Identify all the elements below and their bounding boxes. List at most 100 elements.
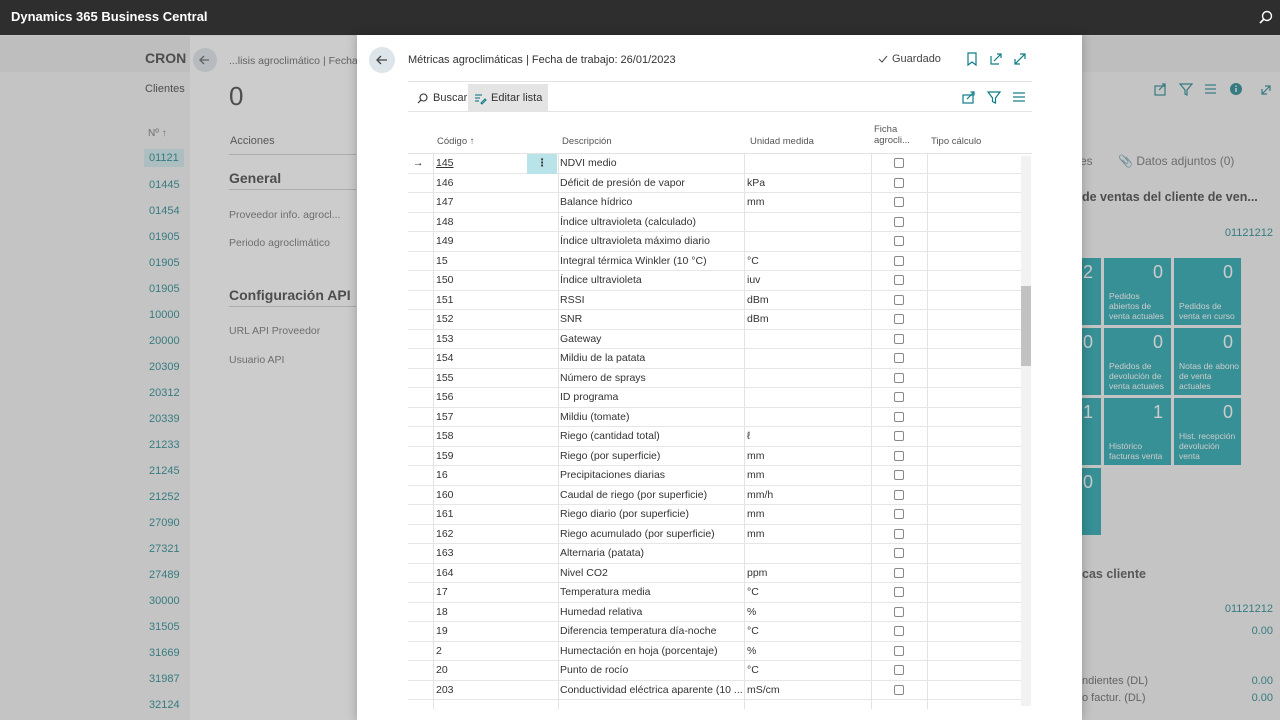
table-row[interactable]: 151 RSSI dBm: [408, 291, 1021, 311]
vertical-scrollbar-thumb[interactable]: [1021, 286, 1031, 366]
cell-code[interactable]: 17: [436, 583, 526, 603]
column-header-description[interactable]: Descripción: [562, 136, 612, 147]
search-icon[interactable]: [1256, 8, 1276, 28]
cell-description[interactable]: Riego acumulado (por superficie): [560, 525, 742, 545]
card-checkbox[interactable]: [894, 216, 904, 227]
cell-description[interactable]: ID programa: [560, 388, 742, 408]
column-header-calc-type[interactable]: Tipo cálculo: [931, 136, 981, 147]
cell-unit[interactable]: [747, 408, 867, 428]
cell-code[interactable]: 20: [436, 661, 526, 681]
cell-code[interactable]: 162: [436, 525, 526, 545]
cell-description[interactable]: Mildiu de la patata: [560, 349, 742, 369]
table-row[interactable]: 17 Temperatura media °C: [408, 583, 1021, 603]
cell-description[interactable]: Humedad relativa: [560, 603, 742, 623]
card-checkbox[interactable]: [894, 392, 904, 402]
cell-code[interactable]: 164: [436, 564, 526, 584]
card-checkbox[interactable]: [894, 645, 904, 656]
cell-description[interactable]: Temperatura media: [560, 583, 742, 603]
table-row[interactable]: 155 Número de sprays: [408, 369, 1021, 389]
card-checkbox[interactable]: [894, 275, 904, 285]
table-row[interactable]: 160 Caudal de riego (por superficie) mm/h: [408, 486, 1021, 506]
cell-unit[interactable]: [747, 330, 867, 350]
expand-icon[interactable]: [1012, 51, 1028, 67]
card-checkbox[interactable]: [894, 489, 904, 500]
card-checkbox[interactable]: [894, 528, 904, 539]
cell-code[interactable]: 151: [436, 291, 526, 311]
open-new-window-icon[interactable]: [988, 51, 1004, 67]
cell-code[interactable]: 2: [436, 642, 526, 662]
card-checkbox[interactable]: [894, 470, 904, 480]
cell-code[interactable]: 158: [436, 427, 526, 447]
cell-description[interactable]: Nivel CO2: [560, 564, 742, 584]
card-checkbox[interactable]: [894, 626, 904, 636]
cell-unit[interactable]: [747, 154, 867, 174]
cell-description[interactable]: Caudal de riego (por superficie): [560, 486, 742, 506]
cell-unit[interactable]: °C: [747, 252, 867, 272]
table-row[interactable]: 20 Punto de rocío °C: [408, 661, 1021, 681]
cell-unit[interactable]: mm: [747, 505, 867, 525]
search-button[interactable]: Buscar: [410, 84, 473, 112]
card-checkbox[interactable]: [894, 411, 904, 422]
cell-description[interactable]: SNR: [560, 310, 742, 330]
cell-description[interactable]: Índice ultravioleta (calculado): [560, 213, 742, 233]
card-checkbox[interactable]: [894, 333, 904, 344]
cell-code[interactable]: 203: [436, 681, 526, 701]
cell-description[interactable]: Alternaria (patata): [560, 544, 742, 564]
cell-code[interactable]: 18: [436, 603, 526, 623]
table-row[interactable]: 2 Humectación en hoja (porcentaje)%: [408, 642, 1021, 662]
card-checkbox[interactable]: [894, 294, 904, 305]
cell-code[interactable]: 148: [436, 213, 526, 233]
cell-unit[interactable]: mm: [747, 193, 867, 213]
vertical-scrollbar-track[interactable]: [1021, 156, 1031, 706]
cell-unit[interactable]: [747, 388, 867, 408]
cell-description[interactable]: Número de sprays: [560, 369, 742, 389]
cell-code[interactable]: 153: [436, 330, 526, 350]
cell-description[interactable]: Riego (cantidad total): [560, 427, 742, 447]
cell-description[interactable]: Integral térmica Winkler (10 °C): [560, 252, 742, 272]
cell-code[interactable]: 159: [436, 447, 526, 467]
cell-unit[interactable]: mm: [747, 466, 867, 486]
cell-description[interactable]: Riego diario (por superficie): [560, 505, 742, 525]
cell-description[interactable]: Conductividad eléctrica aparente (10 ...: [560, 681, 742, 701]
cell-description[interactable]: Índice ultravioleta máximo diario: [560, 232, 742, 252]
table-row[interactable]: 163 Alternaria (patata): [408, 544, 1021, 564]
card-checkbox[interactable]: [894, 450, 904, 461]
card-checkbox[interactable]: [894, 431, 904, 441]
table-row[interactable]: 154 Mildiu de la patata: [408, 349, 1021, 369]
table-row[interactable]: 149 Índice ultravioleta máximo diario: [408, 232, 1021, 252]
cell-description[interactable]: RSSI: [560, 291, 742, 311]
cell-code[interactable]: 163: [436, 544, 526, 564]
cell-code[interactable]: 15: [436, 252, 526, 272]
cell-description[interactable]: Riego (por superficie): [560, 447, 742, 467]
column-header-card[interactable]: Ficha agrocli...: [874, 124, 910, 146]
table-row[interactable]: 19 Diferencia temperatura día-noche °C: [408, 622, 1021, 642]
filter-icon[interactable]: [986, 89, 1002, 105]
edit-list-button[interactable]: Editar lista: [468, 84, 549, 112]
cell-code[interactable]: 16: [436, 466, 526, 486]
cell-code[interactable]: 149: [436, 232, 526, 252]
table-row[interactable]: → ⋮ 145 NDVI medio: [408, 154, 1021, 174]
cell-unit[interactable]: %: [747, 642, 867, 662]
cell-code[interactable]: 161: [436, 505, 526, 525]
card-checkbox[interactable]: [894, 158, 904, 168]
card-checkbox[interactable]: [894, 567, 904, 578]
bookmark-icon[interactable]: [964, 51, 980, 67]
cell-unit[interactable]: °C: [747, 583, 867, 603]
cell-unit[interactable]: ppm: [747, 564, 867, 584]
cell-description[interactable]: Gateway: [560, 330, 742, 350]
cell-unit[interactable]: mm/h: [747, 486, 867, 506]
cell-code[interactable]: 150: [436, 271, 526, 291]
cell-code[interactable]: 147: [436, 193, 526, 213]
table-row[interactable]: 203 Conductividad eléctrica aparente (10 …: [408, 681, 1021, 701]
card-checkbox[interactable]: [894, 255, 904, 266]
share-icon[interactable]: [961, 89, 977, 105]
cell-unit[interactable]: mm: [747, 447, 867, 467]
cell-description[interactable]: Índice ultravioleta: [560, 271, 742, 291]
table-row[interactable]: 152 SNR dBm: [408, 310, 1021, 330]
table-row[interactable]: 157 Mildiu (tomate): [408, 408, 1021, 428]
table-row[interactable]: 16 Precipitaciones diarias mm: [408, 466, 1021, 486]
cell-unit[interactable]: [747, 369, 867, 389]
cell-code[interactable]: 156: [436, 388, 526, 408]
cell-description[interactable]: Precipitaciones diarias: [560, 466, 742, 486]
table-row[interactable]: 161 Riego diario (por superficie) mm: [408, 505, 1021, 525]
